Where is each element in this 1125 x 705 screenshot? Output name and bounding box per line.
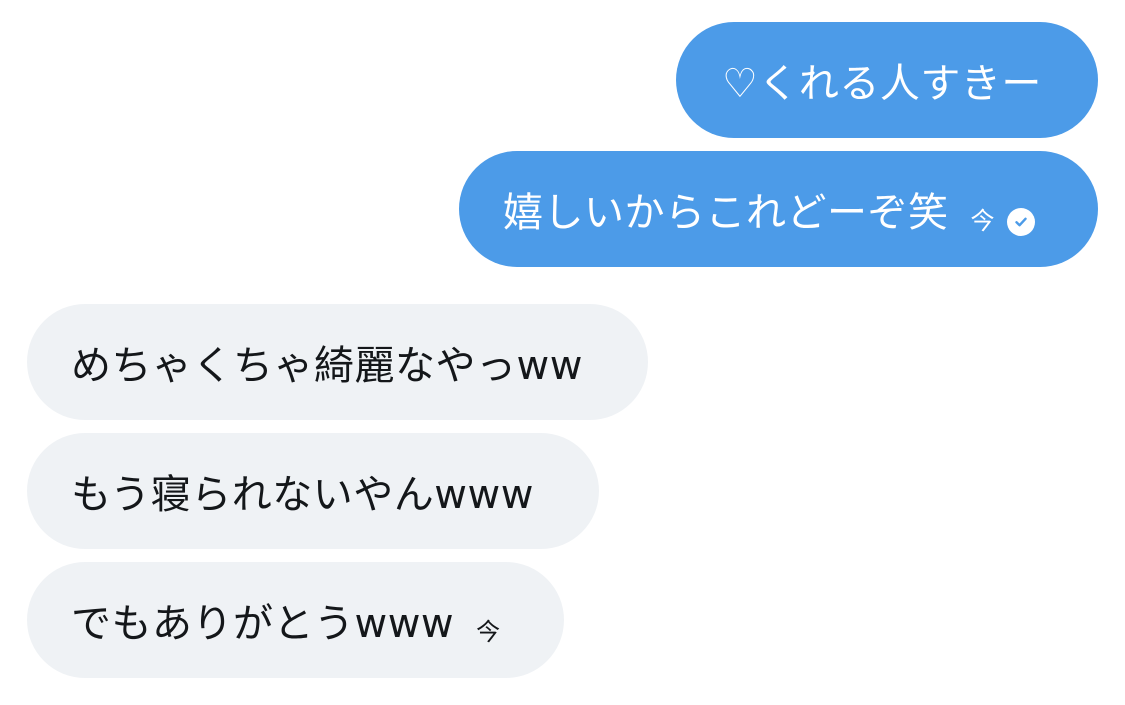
message-bubble-received[interactable]: でもありがとうwww 今 <box>27 562 564 678</box>
message-text: でもありがとうwww <box>71 601 455 647</box>
message-bubble-received[interactable]: めちゃくちゃ綺麗なやっww <box>27 304 648 420</box>
message-text: ♡くれる人すきー <box>722 61 1042 107</box>
message-bubble-received[interactable]: もう寝られないやんwww <box>27 433 599 549</box>
message-text: めちゃくちゃ綺麗なやっww <box>71 343 583 389</box>
message-meta: 今 <box>476 612 501 647</box>
read-check-icon <box>1007 207 1035 236</box>
message-bubble-sent[interactable]: 嬉しいからこれどーぞ笑 今 <box>459 151 1098 267</box>
message-bubble-sent[interactable]: ♡くれる人すきー <box>676 22 1098 138</box>
message-meta: 今 <box>970 201 1035 236</box>
message-text: 嬉しいからこれどーぞ笑 <box>503 190 949 236</box>
message-text: もう寝られないやんwww <box>71 472 534 518</box>
message-timestamp: 今 <box>476 617 501 646</box>
message-timestamp: 今 <box>970 206 995 235</box>
